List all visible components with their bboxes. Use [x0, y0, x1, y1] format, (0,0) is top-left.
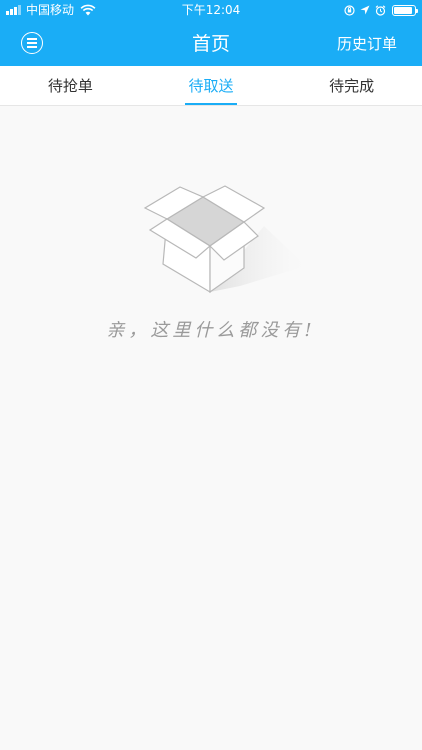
- tab-label: 待抢单: [47, 77, 93, 95]
- tab-bar: 待抢单 待取送 待完成: [0, 66, 422, 106]
- alarm-icon: [375, 4, 386, 16]
- orientation-lock-icon: [344, 4, 355, 16]
- empty-state-message: 亲，这里什么都没有!: [106, 320, 316, 341]
- battery-icon: [392, 4, 418, 16]
- tab-label: 待取送: [188, 77, 234, 95]
- tab-label: 待完成: [329, 77, 375, 95]
- tab-pending-grab[interactable]: 待抢单: [0, 66, 141, 105]
- status-bar: 中国移动 下午12:04: [0, 0, 422, 20]
- status-bar-right: [339, 3, 418, 17]
- tab-underline: [185, 103, 237, 105]
- app-header: 中国移动 下午12:04 首页 历史订单: [0, 0, 422, 66]
- location-arrow-icon: [360, 5, 370, 15]
- nav-bar: 首页 历史订单: [0, 20, 422, 66]
- history-orders-button[interactable]: 历史订单: [337, 33, 397, 55]
- tab-pending-complete[interactable]: 待完成: [281, 66, 422, 105]
- tab-pending-pickup[interactable]: 待取送: [141, 66, 282, 105]
- open-box-icon: [143, 185, 306, 294]
